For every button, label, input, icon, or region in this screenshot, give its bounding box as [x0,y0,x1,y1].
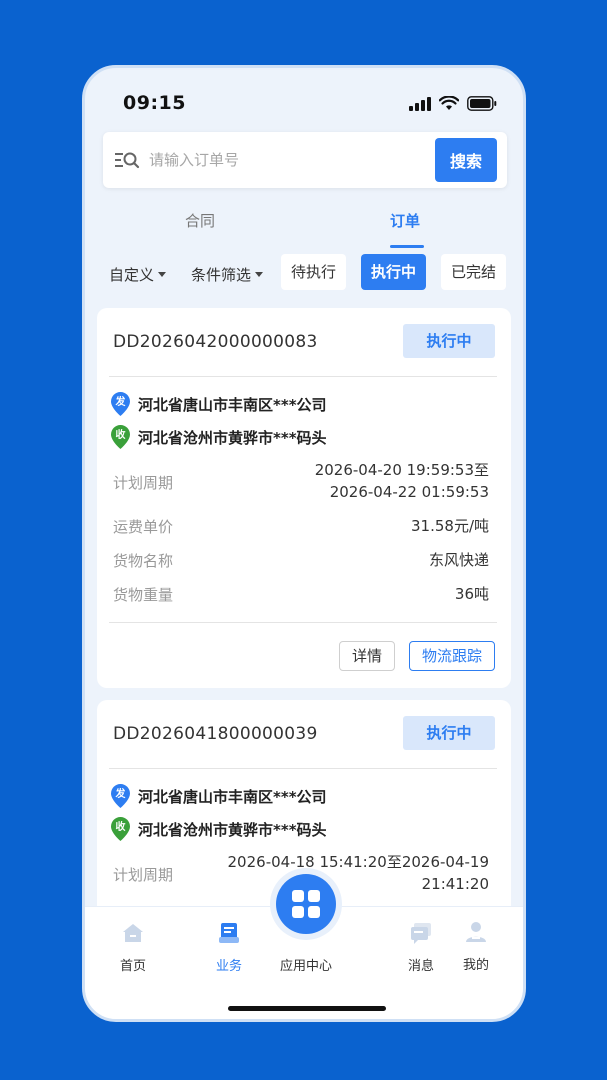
goods-weight-value: 36吨 [454,585,489,603]
send-pin-label: 发 [115,787,127,800]
active-tab-indicator [390,245,424,248]
from-address: 发 河北省唐山市丰南区***公司 [111,784,327,808]
receive-pin-icon: 收 [111,425,130,449]
divider [109,622,497,623]
home-icon [123,924,143,942]
divider [109,768,497,769]
signal-icon [409,96,431,111]
logistics-track-button[interactable]: 物流跟踪 [408,641,495,671]
goods-name-label: 货物名称 [113,552,174,570]
plan-period-end: 2026-04-22 01:59:53 [329,483,489,501]
order-search-input[interactable] [149,146,419,174]
divider [109,376,497,377]
search-button[interactable]: 搜索 [435,138,497,182]
plan-period-value: 2026-04-20 19:59:53至 2026-04-22 01:59:53 [315,459,489,503]
battery-icon [467,96,497,111]
phone-screen: 09:15 请输入订单号 搜索 合同 订单 自定义 条件筛选 待执行 执行中 已… [82,65,526,1022]
status-bar: 09:15 [85,68,523,138]
nav-home-label: 首页 [119,959,146,974]
profile-icon [466,922,486,942]
plan-period-value: 2026-04-18 15:41:20至2026-04-19 21:41:20 [228,851,489,895]
filter-search-icon [115,152,140,169]
plan-period-end: 21:41:20 [421,875,489,893]
tab-contract[interactable]: 合同 [185,210,215,231]
receive-pin-label: 收 [116,820,126,833]
search-bar: 搜索 [103,132,507,188]
goods-weight-label: 货物重量 [113,586,174,604]
filter-row: 自定义 条件筛选 待执行 执行中 已完结 [85,254,523,294]
nav-profile-item[interactable]: 我的 [436,920,516,973]
detail-button[interactable]: 详情 [338,641,395,671]
from-address: 发 河北省唐山市丰南区***公司 [111,392,327,416]
plan-period-start: 2026-04-18 15:41:20至2026-04-19 [227,853,489,871]
home-indicator [228,1006,386,1011]
receive-pin-label: 收 [116,428,126,441]
business-icon [219,923,239,943]
send-pin-label: 发 [115,395,127,408]
send-pin-icon: 发 [111,392,130,416]
custom-dropdown-label: 自定义 [109,266,155,284]
nav-business-label: 业务 [215,959,242,974]
receive-pin-icon: 收 [111,817,130,841]
freight-price-value: 31.58元/吨 [411,517,489,535]
wifi-icon [439,96,459,110]
filter-completed[interactable]: 已完结 [441,254,507,290]
nav-profile-label: 我的 [462,958,489,973]
tab-order[interactable]: 订单 [390,210,420,231]
plan-period-label: 计划周期 [113,474,174,492]
to-address: 收 河北省沧州市黄骅市***码头 [111,817,327,841]
status-time: 09:15 [123,92,186,114]
filter-pending[interactable]: 待执行 [281,254,347,290]
nav-home[interactable]: 首页 [93,921,173,974]
from-address-text: 河北省唐山市丰南区***公司 [138,395,327,414]
send-pin-icon: 发 [111,784,130,808]
app-grid-icon [292,890,320,918]
goods-name-value: 东风快递 [428,551,489,569]
order-number: DD2026041800000039 [113,724,318,744]
to-address-text: 河北省沧州市黄骅市***码头 [138,428,327,447]
plan-period-label: 计划周期 [113,866,174,884]
status-badge: 执行中 [403,716,495,750]
condition-filter-label: 条件筛选 [191,266,252,284]
custom-dropdown[interactable]: 自定义 [109,264,167,285]
message-icon [411,923,431,944]
caret-down-icon [158,272,167,277]
plan-period-start: 2026-04-20 19:59:53至 [314,461,489,479]
filter-in-progress[interactable]: 执行中 [361,254,427,290]
from-address-text: 河北省唐山市丰南区***公司 [138,787,327,806]
order-number: DD2026042000000083 [113,332,318,352]
to-address-text: 河北省沧州市黄骅市***码头 [138,820,327,839]
to-address: 收 河北省沧州市黄骅市***码头 [111,425,327,449]
status-icons [409,96,497,111]
nav-business[interactable]: 业务 [189,921,269,974]
condition-filter-dropdown[interactable]: 条件筛选 [191,264,264,285]
app-center-button[interactable] [276,874,336,934]
contract-order-tabs: 合同 订单 [85,204,523,254]
caret-down-icon [255,272,264,277]
freight-price-label: 运费单价 [113,518,174,536]
order-card[interactable]: DD2026042000000083 执行中 发 河北省唐山市丰南区***公司 … [97,308,511,688]
status-badge: 执行中 [403,324,495,358]
app-center-label: 应用中心 [279,959,332,974]
